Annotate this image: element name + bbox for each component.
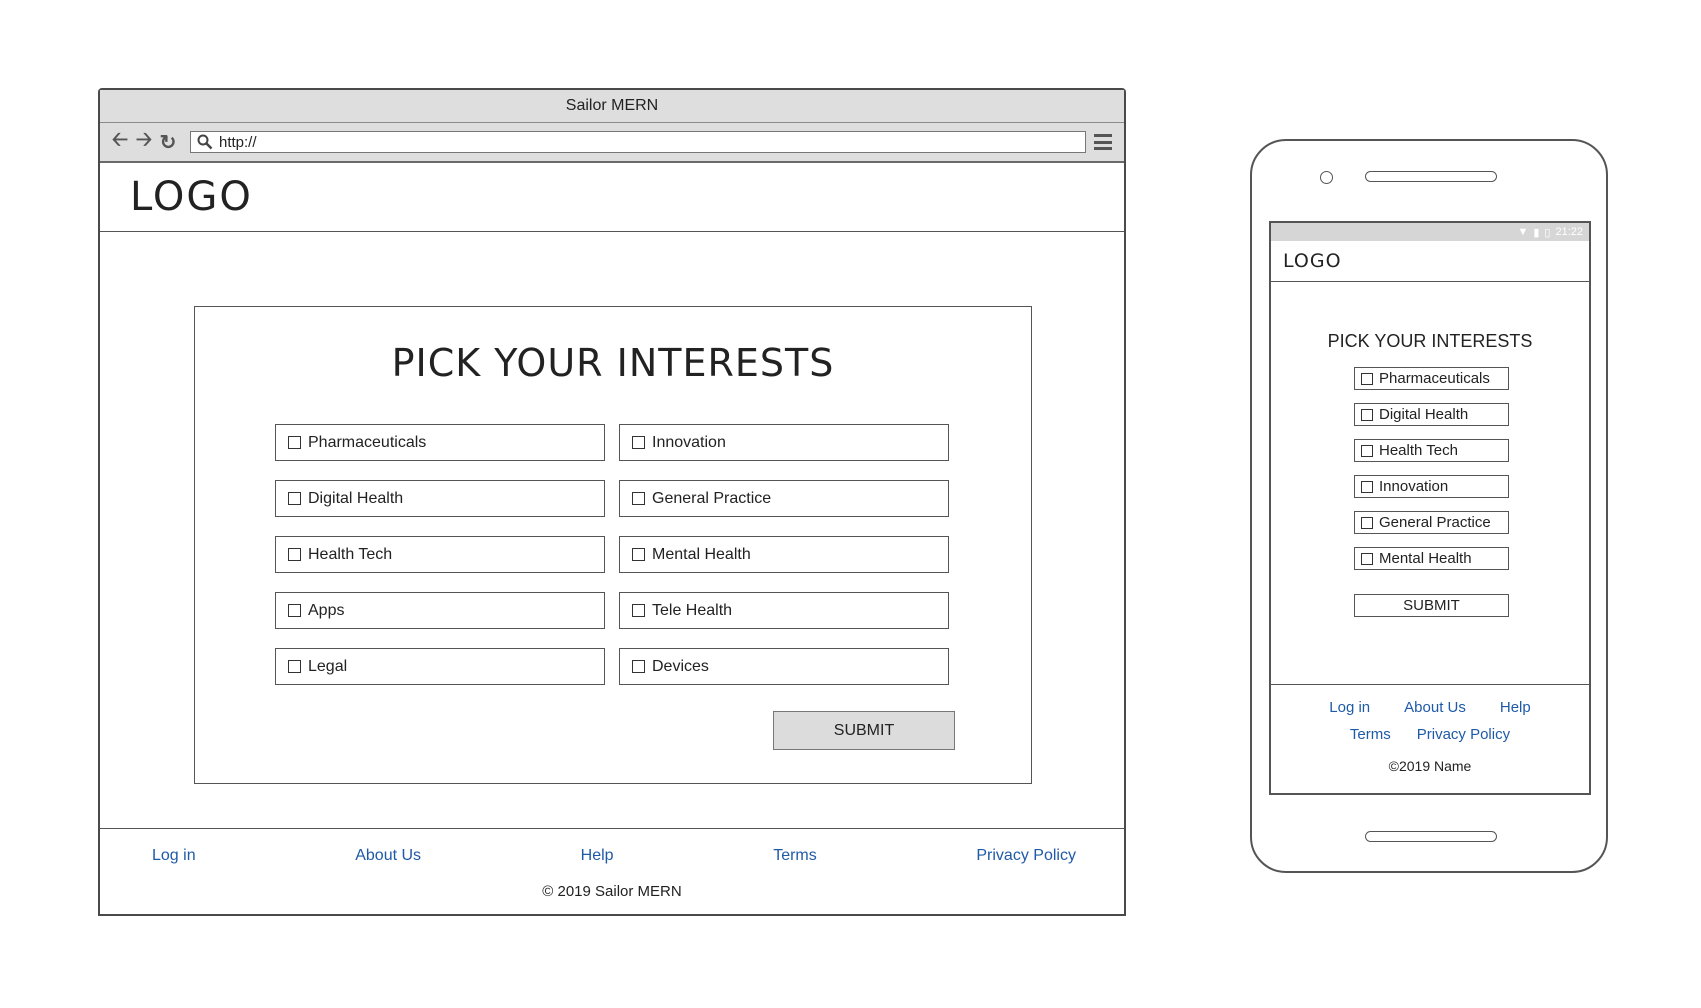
mobile-option-mental-health[interactable]: Mental Health: [1354, 547, 1509, 570]
mobile-option-general-practice[interactable]: General Practice: [1354, 511, 1509, 534]
option-label: General Practice: [1379, 514, 1491, 531]
mobile-device-frame: ▼ ▮ ▯ 21:22 LOGO PICK YOUR INTERESTS Pha…: [1250, 139, 1608, 873]
browser-toolbar: 🡠 🡢 ↻ http://: [100, 123, 1124, 163]
checkbox[interactable]: [632, 492, 645, 505]
mobile-footer-link-privacy-policy[interactable]: Privacy Policy: [1417, 726, 1510, 743]
mobile-option-pharmaceuticals[interactable]: Pharmaceuticals: [1354, 367, 1509, 390]
mobile-footer-link-help[interactable]: Help: [1500, 699, 1531, 716]
mobile-screen: ▼ ▮ ▯ 21:22 LOGO PICK YOUR INTERESTS Pha…: [1269, 221, 1591, 795]
copyright: © 2019 Sailor MERN: [542, 883, 682, 900]
checkbox[interactable]: [1361, 444, 1373, 457]
interest-option-digital-health[interactable]: Digital Health: [275, 480, 605, 517]
status-time: 21:22: [1555, 226, 1583, 238]
checkbox[interactable]: [1361, 480, 1373, 493]
page-title: PICK YOUR INTERESTS: [391, 341, 835, 385]
interests-panel: PICK YOUR INTERESTS Pharmaceuticals Inno…: [194, 306, 1032, 784]
footer-link-terms[interactable]: Terms: [773, 847, 817, 865]
footer-links: Log in About Us Help Terms Privacy Polic…: [152, 847, 1076, 865]
mobile-footer: Log in About Us Help Terms Privacy Polic…: [1271, 684, 1589, 793]
option-label: Health Tech: [1379, 442, 1458, 459]
window-titlebar: Sailor MERN: [100, 90, 1124, 123]
mobile-footer-link-about-us[interactable]: About Us: [1404, 699, 1466, 716]
mobile-footer-links-row1: Log in About Us Help: [1271, 699, 1589, 716]
interest-option-apps[interactable]: Apps: [275, 592, 605, 629]
option-label: Devices: [652, 657, 709, 675]
logo[interactable]: LOGO: [130, 174, 253, 220]
checkbox[interactable]: [288, 660, 301, 673]
option-label: Innovation: [1379, 478, 1449, 495]
option-label: Mental Health: [1379, 550, 1472, 567]
checkbox[interactable]: [1361, 372, 1373, 385]
checkbox[interactable]: [288, 604, 301, 617]
mobile-option-health-tech[interactable]: Health Tech: [1354, 439, 1509, 462]
camera-icon: [1320, 171, 1333, 184]
mobile-option-innovation[interactable]: Innovation: [1354, 475, 1509, 498]
reload-icon[interactable]: ↻: [156, 130, 180, 154]
battery-icon: ▯: [1544, 226, 1551, 239]
interest-option-general-practice[interactable]: General Practice: [619, 480, 949, 517]
speaker-grille: [1365, 171, 1497, 182]
back-arrow-icon[interactable]: 🡠: [108, 129, 132, 154]
option-label: Pharmaceuticals: [1379, 370, 1490, 387]
interests-grid: Pharmaceuticals Innovation Digital Healt…: [275, 424, 957, 685]
option-label: General Practice: [652, 489, 772, 507]
window-title: Sailor MERN: [565, 97, 659, 114]
interest-option-legal[interactable]: Legal: [275, 648, 605, 685]
address-bar-url: http://: [219, 133, 257, 151]
interest-option-innovation[interactable]: Innovation: [619, 424, 949, 461]
checkbox[interactable]: [1361, 552, 1373, 565]
checkbox[interactable]: [1361, 408, 1373, 421]
mobile-copyright: ©2019 Name: [1388, 758, 1472, 774]
desktop-browser-window: Sailor MERN 🡠 🡢 ↻ http:// LOGO PICK YOUR…: [98, 88, 1126, 916]
mobile-footer-link-login[interactable]: Log in: [1329, 699, 1370, 716]
checkbox[interactable]: [288, 548, 301, 561]
mobile-submit-button[interactable]: SUBMIT: [1354, 594, 1509, 617]
search-icon: [197, 134, 213, 150]
site-header: LOGO: [100, 163, 1124, 232]
submit-button[interactable]: SUBMIT: [773, 711, 955, 750]
checkbox[interactable]: [632, 436, 645, 449]
mobile-header: LOGO: [1271, 241, 1589, 282]
option-label: Apps: [308, 601, 345, 619]
footer-link-about-us[interactable]: About Us: [355, 847, 421, 865]
option-label: Innovation: [652, 433, 726, 451]
mobile-option-digital-health[interactable]: Digital Health: [1354, 403, 1509, 426]
address-bar[interactable]: http://: [190, 131, 1086, 153]
forward-arrow-icon[interactable]: 🡢: [132, 129, 156, 154]
mobile-footer-link-terms[interactable]: Terms: [1350, 726, 1391, 743]
checkbox[interactable]: [632, 604, 645, 617]
footer-link-login[interactable]: Log in: [152, 847, 196, 865]
option-label: Legal: [308, 657, 348, 675]
checkbox[interactable]: [288, 492, 301, 505]
interest-option-mental-health[interactable]: Mental Health: [619, 536, 949, 573]
footer-link-privacy-policy[interactable]: Privacy Policy: [976, 847, 1076, 865]
option-label: Tele Health: [652, 601, 733, 619]
interest-option-pharmaceuticals[interactable]: Pharmaceuticals: [275, 424, 605, 461]
home-button[interactable]: [1365, 831, 1497, 842]
signal-icon: ▮: [1533, 226, 1540, 239]
mobile-logo[interactable]: LOGO: [1283, 250, 1342, 272]
hamburger-menu-icon[interactable]: [1094, 134, 1112, 150]
mobile-footer-links-row2: Terms Privacy Policy: [1271, 726, 1589, 743]
status-bar: ▼ ▮ ▯ 21:22: [1271, 223, 1589, 241]
mobile-page-title: PICK YOUR INTERESTS: [1327, 331, 1533, 351]
option-label: Health Tech: [308, 545, 393, 563]
interest-option-health-tech[interactable]: Health Tech: [275, 536, 605, 573]
checkbox[interactable]: [1361, 516, 1373, 529]
option-label: Pharmaceuticals: [308, 433, 427, 451]
mobile-interests-list: Pharmaceuticals Digital Health Health Te…: [1354, 367, 1509, 570]
wifi-icon: ▼: [1517, 226, 1529, 238]
site-footer: Log in About Us Help Terms Privacy Polic…: [100, 828, 1124, 914]
checkbox[interactable]: [632, 548, 645, 561]
interest-option-tele-health[interactable]: Tele Health: [619, 592, 949, 629]
option-label: Mental Health: [652, 545, 751, 563]
option-label: Digital Health: [308, 489, 404, 507]
checkbox[interactable]: [632, 660, 645, 673]
checkbox[interactable]: [288, 436, 301, 449]
footer-link-help[interactable]: Help: [581, 847, 614, 865]
option-label: Digital Health: [1379, 406, 1469, 423]
interest-option-devices[interactable]: Devices: [619, 648, 949, 685]
